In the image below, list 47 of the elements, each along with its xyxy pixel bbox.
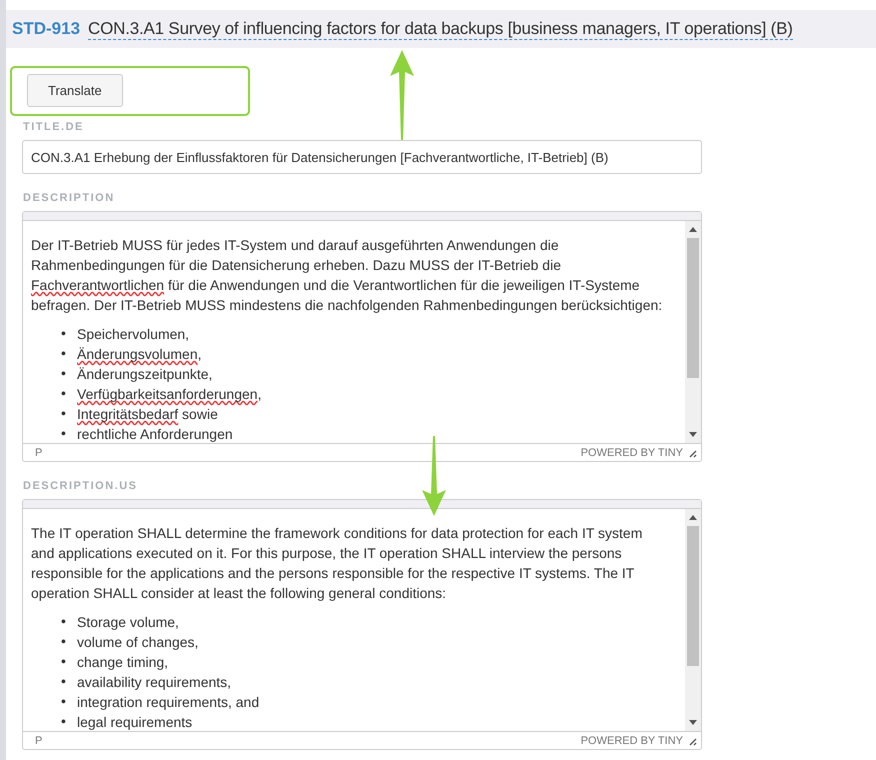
bullet: • — [61, 672, 67, 691]
list-item: change timing, — [77, 653, 168, 672]
list-item: Integritätsbedarf sowie — [77, 405, 218, 424]
up-arrow-icon — [390, 50, 414, 140]
list-item: Änderungszeitpunkte, — [77, 365, 212, 384]
bullet: • — [61, 612, 67, 631]
scroll-up-icon[interactable] — [689, 227, 697, 232]
list-item: Storage volume, — [77, 613, 179, 632]
list-item: volume of changes, — [77, 633, 198, 652]
item-id: STD-913 — [12, 19, 80, 39]
scroll-down-icon[interactable] — [689, 720, 697, 725]
scrollbar[interactable] — [685, 509, 701, 731]
translate-button[interactable]: Translate — [27, 74, 123, 107]
list-item: availability requirements, — [77, 673, 232, 692]
title-field[interactable]: CON.3.A1 Erhebung der Einflussfaktoren für Datensicherungen [Fachverantwortliche, IT-Betrieb] (B) — [22, 140, 702, 174]
list-item: integration requirements, and — [77, 693, 260, 712]
scrollbar[interactable] — [685, 221, 701, 443]
down-arrow-icon — [422, 436, 446, 516]
branding-link[interactable]: POWERED BY TINY — [580, 446, 683, 458]
bullet: • — [61, 384, 67, 403]
bullet: • — [61, 404, 67, 423]
list-item: Verfügbarkeitsanforderungen, — [77, 385, 262, 404]
element-path[interactable]: P — [35, 734, 42, 746]
element-path[interactable]: P — [35, 446, 42, 458]
bullet: • — [61, 364, 67, 383]
editor-paragraph[interactable]: Der IT-Betrieb MUSS für jedes IT-System und darauf ausgeführten Anwendungen die Rahmenbedingungen für die Datensicherung erheben. Dazu MUSS der IT-Betrieb die Fachverantwortlichen für die Anwendungen und die Verantwortlichen für die jeweiligen IT-Systeme befragen. Der IT-Betrieb MUSS mindestens die nachfolgenden Rahmenbedingungen berücksichtigen: — [31, 235, 669, 315]
bullet: • — [61, 692, 67, 711]
field-label: TITLE.DE — [23, 121, 84, 133]
list-item: rechtliche Anforderungen — [77, 425, 233, 443]
bullet: • — [61, 324, 67, 343]
resize-handle-icon[interactable] — [687, 736, 697, 746]
scroll-down-icon[interactable] — [689, 432, 697, 437]
field-label: DESCRIPTION.US — [23, 480, 138, 492]
bullet: • — [61, 652, 67, 671]
bullet: • — [61, 632, 67, 651]
field-label: DESCRIPTION — [23, 192, 115, 204]
scroll-up-icon[interactable] — [689, 515, 697, 520]
bullet: • — [61, 712, 67, 731]
bullet: • — [61, 424, 67, 443]
bullet: • — [61, 344, 67, 363]
branding-link[interactable]: POWERED BY TINY — [580, 734, 683, 746]
editor-paragraph[interactable]: The IT operation SHALL determine the framework conditions for data protection for each IT system and applications executed on it. For this purpose, the IT operation SHALL interview the persons responsible for the applications and the persons responsible for the respective IT systems. The IT operation SHALL consider at least the following general conditions: — [31, 523, 669, 603]
list-item: Speichervolumen, — [77, 325, 190, 344]
list-item: Änderungsvolumen, — [77, 345, 202, 364]
item-title[interactable]: CON.3.A1 Survey of influencing factors for data backups [business managers, IT operations] (B) — [88, 18, 793, 40]
resize-handle-icon[interactable] — [687, 448, 697, 458]
list-item: legal requirements — [77, 713, 192, 731]
